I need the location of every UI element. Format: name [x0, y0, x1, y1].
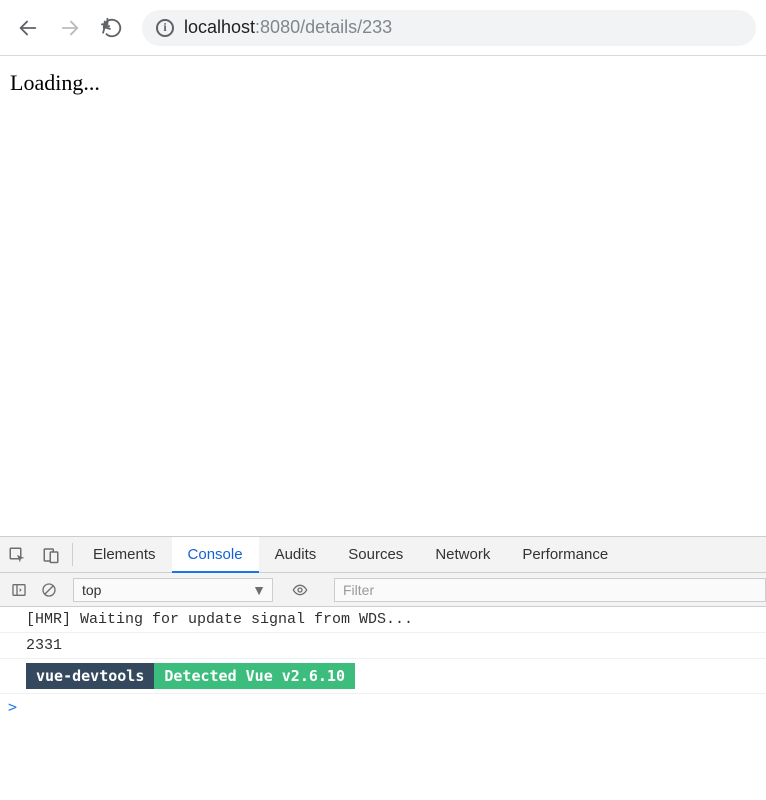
context-selector[interactable]: top ▼: [73, 578, 273, 602]
arrow-left-icon: [17, 17, 39, 39]
tab-label: Elements: [93, 546, 156, 563]
tab-network[interactable]: Network: [419, 537, 506, 573]
loading-text: Loading...: [10, 70, 100, 95]
forward-button[interactable]: [52, 10, 88, 46]
reload-button[interactable]: [94, 10, 130, 46]
log-text: 2331: [26, 637, 62, 654]
back-button[interactable]: [10, 10, 46, 46]
tab-audits[interactable]: Audits: [259, 537, 333, 573]
info-icon: i: [156, 19, 174, 37]
url-host: localhost: [184, 17, 255, 37]
console-log-line[interactable]: 2331: [0, 633, 766, 659]
tab-label: Performance: [522, 546, 608, 563]
filter-placeholder: Filter: [343, 582, 374, 598]
sidebar-icon: [11, 582, 27, 598]
console-log-line[interactable]: vue-devtools Detected Vue v2.6.10: [0, 659, 766, 694]
prompt-caret: >: [8, 698, 17, 716]
toggle-drawer-button[interactable]: [4, 575, 34, 605]
console-log-line[interactable]: [HMR] Waiting for update signal from WDS…: [0, 607, 766, 633]
log-text: [HMR] Waiting for update signal from WDS…: [26, 611, 413, 628]
devtools-tabbar: Elements Console Audits Sources Network …: [0, 537, 766, 573]
console-prompt[interactable]: >: [0, 694, 766, 720]
clear-console-button[interactable]: [34, 575, 64, 605]
live-expression-button[interactable]: [285, 575, 315, 605]
tab-label: Network: [435, 546, 490, 563]
reload-icon: [101, 17, 123, 39]
tab-sources[interactable]: Sources: [332, 537, 419, 573]
console-output: [HMR] Waiting for update signal from WDS…: [0, 607, 766, 720]
tab-elements[interactable]: Elements: [77, 537, 172, 573]
tab-label: Sources: [348, 546, 403, 563]
address-bar[interactable]: i localhost:8080/details/233: [142, 10, 756, 46]
url-text: localhost:8080/details/233: [184, 17, 392, 38]
vue-devtools-badge: vue-devtools: [26, 663, 154, 689]
tab-performance[interactable]: Performance: [506, 537, 624, 573]
arrow-right-icon: [59, 17, 81, 39]
console-toolbar: top ▼ Filter: [0, 573, 766, 607]
inspect-icon: [8, 546, 26, 564]
url-rest: :8080/details/233: [255, 17, 392, 37]
device-icon: [42, 546, 60, 564]
context-value: top: [82, 582, 101, 598]
clear-icon: [41, 582, 57, 598]
tab-console[interactable]: Console: [172, 537, 259, 573]
browser-toolbar: i localhost:8080/details/233: [0, 0, 766, 56]
page-body: Loading...: [0, 56, 766, 110]
vue-detected-badge: Detected Vue v2.6.10: [154, 663, 355, 689]
tab-label: Console: [188, 546, 243, 563]
chevron-down-icon: ▼: [252, 582, 266, 598]
devtools-panel: Elements Console Audits Sources Network …: [0, 536, 766, 720]
eye-icon: [292, 582, 308, 598]
divider: [72, 543, 73, 566]
console-filter-input[interactable]: Filter: [334, 578, 766, 602]
tab-label: Audits: [275, 546, 317, 563]
device-toolbar-button[interactable]: [34, 537, 68, 572]
inspect-element-button[interactable]: [0, 537, 34, 572]
